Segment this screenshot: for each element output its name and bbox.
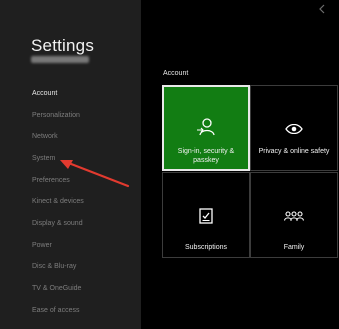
person-key-icon	[197, 118, 215, 136]
sidebar-item-system[interactable]: System	[32, 151, 132, 167]
sidebar-item-tv-oneguide[interactable]: TV & OneGuide	[32, 281, 132, 297]
tile-label: Family	[283, 244, 305, 251]
family-icon	[284, 211, 304, 221]
settings-title: Settings	[31, 36, 95, 55]
sidebar-item-disc-bluray[interactable]: Disc & Blu-ray	[32, 259, 132, 275]
tile-label: Privacy & online safety	[258, 148, 330, 155]
sidebar-item-network[interactable]: Network	[32, 129, 132, 145]
eye-icon	[285, 124, 303, 134]
gamertag-blurred	[31, 56, 89, 63]
sidebar-item-kinect-devices[interactable]: Kinect & devices	[32, 194, 132, 210]
tile-family[interactable]: Family	[250, 172, 338, 258]
tile-privacy-online-safety[interactable]: Privacy & online safety	[250, 85, 338, 171]
sidebar-item-preferences[interactable]: Preferences	[32, 173, 132, 189]
chevron-left-icon[interactable]	[317, 3, 329, 15]
sidebar-item-account[interactable]: Account	[32, 86, 132, 102]
tile-subscriptions[interactable]: Subscriptions	[162, 172, 250, 258]
sidebar-item-personalization[interactable]: Personalization	[32, 108, 132, 124]
tile-sign-in-security-passkey[interactable]: Sign-in, security & passkey	[162, 85, 250, 171]
settings-sidebar: Settings Account Personalization Network…	[0, 0, 141, 329]
tile-label: Sign-in, security & passkey	[177, 148, 235, 164]
tile-label: Subscriptions	[184, 244, 228, 251]
sidebar-item-power[interactable]: Power	[32, 238, 132, 254]
section-title-account: Account	[163, 70, 189, 77]
sidebar-item-ease-of-access[interactable]: Ease of access	[32, 303, 132, 319]
sidebar-item-display-sound[interactable]: Display & sound	[32, 216, 132, 232]
subscription-card-icon	[199, 208, 213, 224]
